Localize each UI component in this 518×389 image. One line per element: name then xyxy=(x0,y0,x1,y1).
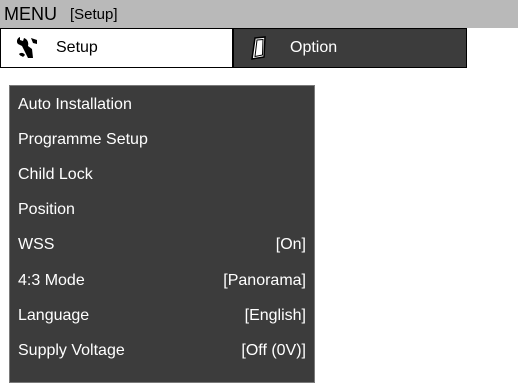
menu-item-label: Auto Installation xyxy=(18,95,132,113)
tab-option-label: Option xyxy=(290,39,338,56)
tab-option[interactable]: Option xyxy=(233,28,467,68)
tab-setup[interactable]: Setup xyxy=(0,28,233,68)
menu-item-label: 4:3 Mode xyxy=(18,271,85,289)
menu-item-label: Programme Setup xyxy=(18,130,148,148)
setup-menu-panel: Auto Installation Programme Setup Child … xyxy=(9,85,315,383)
menu-item-auto-installation[interactable]: Auto Installation xyxy=(10,88,314,121)
wrench-icon xyxy=(16,36,38,60)
menu-item-child-lock[interactable]: Child Lock xyxy=(10,158,314,191)
tab-setup-label: Setup xyxy=(56,39,98,56)
menu-title: MENU xyxy=(4,3,57,24)
tab-bar: Setup Option xyxy=(0,28,467,68)
menu-item-value: [On] xyxy=(275,235,306,253)
menu-item-label: Supply Voltage xyxy=(18,341,125,359)
menu-item-position[interactable]: Position xyxy=(10,193,314,226)
menu-item-wss[interactable]: WSS [On] xyxy=(10,228,314,261)
menu-item-supply-voltage[interactable]: Supply Voltage [Off (0V)] xyxy=(10,334,314,367)
menu-item-language[interactable]: Language [English] xyxy=(10,299,314,332)
menu-title-bar: MENU [Setup] xyxy=(0,0,518,28)
menu-item-label: WSS xyxy=(18,235,55,253)
menu-item-value: [Off (0V)] xyxy=(241,341,306,359)
menu-item-programme-setup[interactable]: Programme Setup xyxy=(10,123,314,156)
menu-item-label: Language xyxy=(18,306,90,324)
menu-section-label: [Setup] xyxy=(70,5,118,23)
menu-item-value: [English] xyxy=(244,306,306,324)
menu-item-label: Child Lock xyxy=(18,165,93,183)
menu-item-label: Position xyxy=(18,200,75,218)
pencil-icon xyxy=(248,36,270,60)
menu-item-value: [Panorama] xyxy=(223,271,306,289)
menu-item-4-3-mode[interactable]: 4:3 Mode [Panorama] xyxy=(10,264,314,297)
